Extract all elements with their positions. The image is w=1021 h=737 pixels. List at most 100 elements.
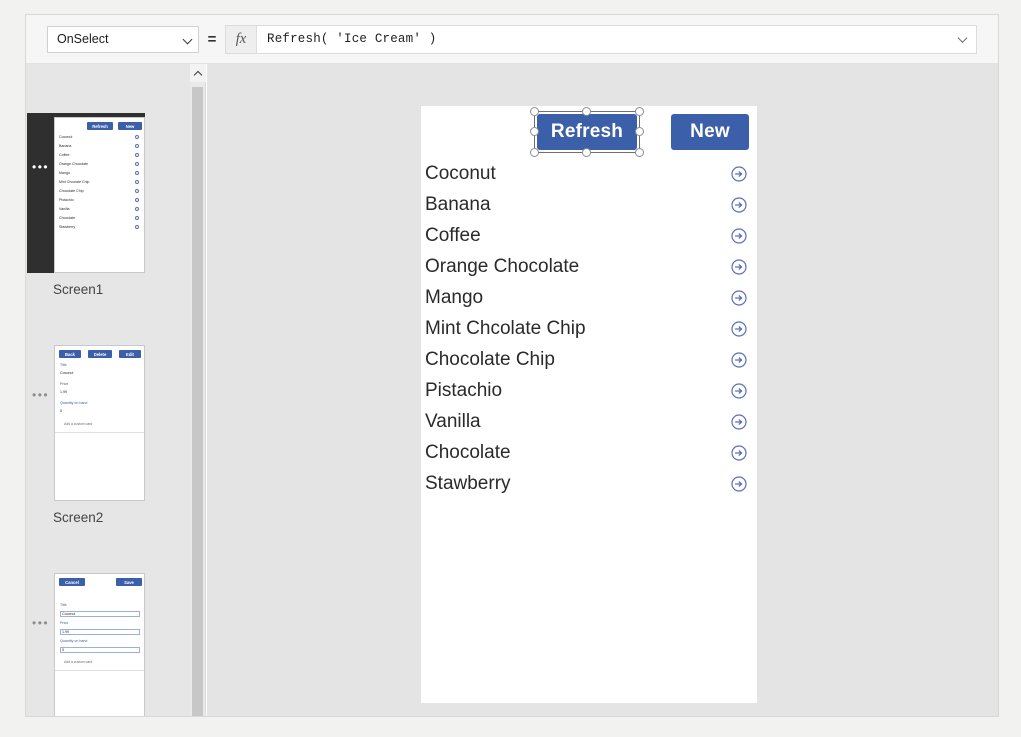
mini-cancel-button: Cancel — [59, 578, 85, 586]
property-select[interactable]: OnSelect — [47, 25, 199, 53]
arrow-right-circle-icon — [135, 171, 139, 175]
arrow-right-circle-icon[interactable] — [731, 320, 747, 337]
screens-panel: ••• Refresh New Coconut Banana Coffee Or… — [26, 64, 190, 716]
powerapps-studio-window: OnSelect = fx Refresh( 'Ice Cream' ) •••… — [25, 14, 999, 717]
scroll-up-button[interactable] — [190, 64, 206, 82]
scrollbar-thumb[interactable] — [192, 87, 203, 716]
mini-row: Orange Chocolate — [59, 162, 89, 166]
formula-text: Refresh( 'Ice Cream' ) — [267, 32, 437, 46]
thumbnail-screen3[interactable]: ••• Cancel Save Title Coconut Price 1.99… — [27, 569, 145, 716]
arrow-right-circle-icon[interactable] — [731, 413, 747, 430]
arrow-right-circle-icon — [135, 135, 139, 139]
mini-field-label: Price — [60, 382, 69, 386]
mini-delete-button: Delete — [88, 350, 112, 358]
resize-handle-se[interactable] — [635, 148, 644, 157]
mini-row: Coffee — [59, 153, 70, 157]
sidebar-item-screen1[interactable]: ••• Refresh New Coconut Banana Coffee Or… — [26, 113, 190, 297]
property-select-label: OnSelect — [57, 31, 109, 46]
gallery-row-label: Banana — [425, 194, 491, 215]
sidebar-item-screen3[interactable]: ••• Cancel Save Title Coconut Price 1.99… — [26, 569, 190, 716]
arrow-right-circle-icon[interactable] — [731, 258, 747, 275]
arrow-right-circle-icon[interactable] — [731, 475, 747, 492]
mini-field-value: 1.99 — [60, 390, 67, 394]
mini-field-value: 5 — [60, 409, 62, 413]
gallery-row[interactable]: Vanilla — [421, 406, 757, 437]
gallery-row-label: Mango — [425, 287, 484, 308]
thumbnail-menu-icon[interactable]: ••• — [32, 617, 49, 629]
arrow-right-circle-icon — [135, 189, 139, 193]
mini-row: Mango — [59, 171, 70, 175]
arrow-right-circle-icon[interactable] — [731, 227, 747, 244]
gallery-row-label: Coconut — [425, 163, 496, 184]
mini-add-custom-card: Add a custom card — [64, 422, 93, 426]
formula-expand-icon[interactable] — [958, 34, 969, 45]
mini-field-input — [60, 629, 140, 635]
mini-row: Banana — [59, 144, 72, 148]
arrow-right-circle-icon[interactable] — [731, 165, 747, 182]
screens-panel-scrollbar[interactable] — [190, 64, 206, 716]
arrow-right-circle-icon — [135, 216, 139, 220]
mini-divider — [55, 670, 144, 671]
mini-row: Chocolate — [59, 216, 76, 220]
mini-save-button: Save — [116, 578, 142, 586]
thumbnail-screen1[interactable]: ••• Refresh New Coconut Banana Coffee Or… — [27, 113, 145, 273]
mini-row: Chocolate Chip — [59, 189, 84, 193]
thumbnail-menu-icon[interactable]: ••• — [32, 161, 49, 173]
gallery-row[interactable]: Pistachio — [421, 375, 757, 406]
gallery-row[interactable]: Orange Chocolate — [421, 251, 757, 282]
refresh-button[interactable]: Refresh — [537, 114, 637, 150]
arrow-right-circle-icon — [135, 225, 139, 229]
mini-field-value: 5 — [62, 648, 64, 652]
mini-field-label: Title — [60, 363, 67, 367]
thumbnail-preview-screen1: Refresh New Coconut Banana Coffee Orange… — [54, 117, 145, 273]
gallery-row[interactable]: Coffee — [421, 220, 757, 251]
sidebar-item-screen2[interactable]: ••• Back Delete Edit Title Coconut Price… — [26, 341, 190, 525]
gallery-row[interactable]: Stawberry — [421, 468, 757, 499]
thumbnail-preview-screen2: Back Delete Edit Title Coconut Price 1.9… — [54, 345, 145, 501]
gallery-row[interactable]: Banana — [421, 189, 757, 220]
screen-label: Screen2 — [53, 510, 104, 525]
mini-field-value: 1.99 — [62, 630, 69, 634]
mini-field-value: Coconut — [62, 612, 76, 616]
gallery-row[interactable]: Chocolate — [421, 437, 757, 468]
formula-input[interactable]: Refresh( 'Ice Cream' ) — [256, 24, 977, 54]
arrow-right-circle-icon — [135, 207, 139, 211]
gallery-row-label: Coffee — [425, 225, 481, 246]
mini-row: Pistachio — [59, 198, 74, 202]
app-canvas: Refresh New Coconut Banana Coffee Orange Ch… — [421, 106, 757, 703]
work-area: ••• Refresh New Coconut Banana Coffee Or… — [26, 64, 998, 716]
gallery-row[interactable]: Chocolate Chip — [421, 344, 757, 375]
gallery-row[interactable]: Mango — [421, 282, 757, 313]
formula-bar: OnSelect = fx Refresh( 'Ice Cream' ) — [26, 15, 998, 64]
arrow-right-circle-icon[interactable] — [731, 382, 747, 399]
arrow-right-circle-icon[interactable] — [731, 444, 747, 461]
mini-field-label: Quantity on hand — [60, 401, 88, 405]
gallery-row[interactable]: Coconut — [421, 158, 757, 189]
arrow-right-circle-icon[interactable] — [731, 196, 747, 213]
arrow-right-circle-icon — [135, 162, 139, 166]
screen-label: Screen1 — [53, 282, 104, 297]
mini-row: Vanilla — [59, 207, 70, 211]
arrow-right-circle-icon[interactable] — [731, 289, 747, 306]
mini-new-button: New — [118, 122, 142, 130]
gallery-row-label: Chocolate — [425, 442, 511, 463]
gallery-row-label: Pistachio — [425, 380, 503, 401]
thumbnail-preview-screen3: Cancel Save Title Coconut Price 1.99 Qua… — [54, 573, 145, 716]
arrow-right-circle-icon[interactable] — [731, 351, 747, 368]
mini-row: Mint Chcolate Chip — [59, 180, 90, 184]
gallery-list: Coconut Banana Coffee Orange Chocolate Mango… — [421, 158, 757, 499]
mini-row: Coconut — [59, 135, 73, 139]
arrow-right-circle-icon — [135, 180, 139, 184]
chevron-down-icon — [183, 35, 192, 44]
canvas-area[interactable]: Refresh New Coconut Banana Coffee Orange Ch… — [207, 64, 998, 716]
mini-field-label: Quantity on hand — [60, 639, 88, 643]
mini-field-label: Price — [60, 621, 69, 625]
mini-field-input — [60, 647, 140, 653]
fx-icon: fx — [225, 24, 256, 54]
equals-sign: = — [207, 30, 217, 48]
new-button[interactable]: New — [671, 114, 749, 150]
gallery-row[interactable]: Mint Chcolate Chip — [421, 313, 757, 344]
thumbnail-screen2[interactable]: ••• Back Delete Edit Title Coconut Price… — [27, 341, 145, 501]
thumbnail-menu-icon[interactable]: ••• — [32, 389, 49, 401]
arrow-right-circle-icon — [135, 198, 139, 202]
